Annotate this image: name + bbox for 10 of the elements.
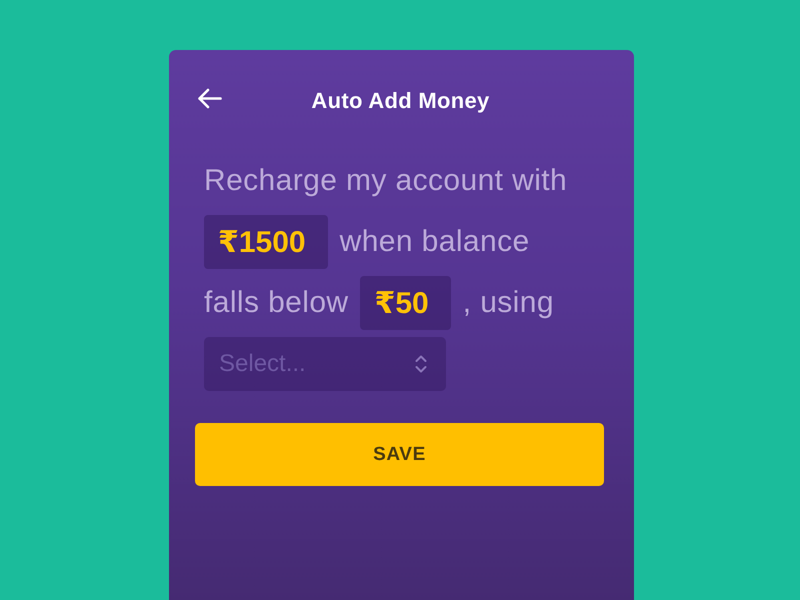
- save-button[interactable]: SAVE: [195, 423, 604, 486]
- sentence-text: , using: [462, 285, 554, 321]
- screen-title: Auto Add Money: [311, 88, 490, 114]
- amount-field[interactable]: ₹50: [360, 276, 451, 330]
- sentence-text: when balance: [340, 224, 530, 260]
- amount-field[interactable]: ₹1500: [204, 215, 328, 269]
- chevron-up-down-icon: [415, 354, 427, 374]
- sentence-text: falls below: [204, 285, 348, 321]
- sentence-text: Recharge my account with: [204, 163, 568, 199]
- back-arrow-icon[interactable]: [197, 88, 222, 108]
